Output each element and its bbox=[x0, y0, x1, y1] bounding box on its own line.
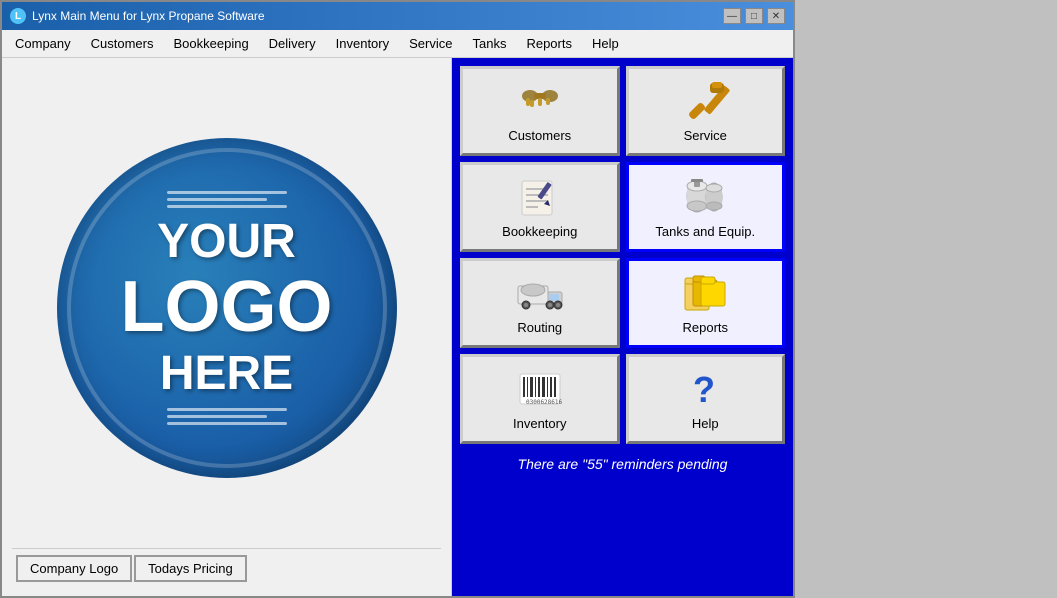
bottom-tabs: Company Logo Todays Pricing bbox=[12, 548, 441, 586]
reminder-text: There are "55" reminders pending bbox=[460, 448, 785, 480]
logo-area: YOUR LOGO HERE bbox=[12, 68, 441, 548]
reports-label: Reports bbox=[682, 320, 728, 335]
routing-icon bbox=[514, 272, 566, 314]
tanks-icon bbox=[679, 176, 731, 218]
button-routing[interactable]: Routing bbox=[460, 258, 620, 348]
button-bookkeeping[interactable]: Bookkeeping bbox=[460, 162, 620, 252]
customers-label: Customers bbox=[508, 128, 571, 143]
left-panel: YOUR LOGO HERE Company Logo Todays Prici… bbox=[2, 58, 452, 596]
window-controls: — □ ✕ bbox=[723, 8, 785, 24]
menu-item-company[interactable]: Company bbox=[6, 32, 80, 55]
button-help[interactable]: ? Help bbox=[626, 354, 786, 444]
logo-inner-ring bbox=[67, 148, 387, 468]
service-icon bbox=[679, 80, 731, 122]
button-grid: Customers bbox=[460, 66, 785, 444]
customers-icon bbox=[514, 80, 566, 122]
svg-text:0300628616: 0300628616 bbox=[526, 399, 563, 406]
menu-item-help[interactable]: Help bbox=[583, 32, 628, 55]
window-title: Lynx Main Menu for Lynx Propane Software bbox=[32, 9, 265, 23]
inventory-icon: 0300628616 bbox=[514, 368, 566, 410]
button-reports[interactable]: Reports bbox=[626, 258, 786, 348]
button-tanks[interactable]: Tanks and Equip. bbox=[626, 162, 786, 252]
app-icon: L bbox=[10, 8, 26, 24]
logo-circle: YOUR LOGO HERE bbox=[57, 138, 397, 478]
bookkeeping-label: Bookkeeping bbox=[502, 224, 577, 239]
maximize-button[interactable]: □ bbox=[745, 8, 763, 24]
main-content: YOUR LOGO HERE Company Logo Todays Prici… bbox=[2, 58, 793, 596]
button-inventory[interactable]: 0300628616 Inventory bbox=[460, 354, 620, 444]
help-icon: ? bbox=[679, 368, 731, 410]
menu-item-reports[interactable]: Reports bbox=[517, 32, 581, 55]
tab-todays-pricing[interactable]: Todays Pricing bbox=[134, 555, 247, 582]
tab-company-logo[interactable]: Company Logo bbox=[16, 555, 132, 582]
tanks-label: Tanks and Equip. bbox=[655, 224, 755, 239]
menu-item-delivery[interactable]: Delivery bbox=[260, 32, 325, 55]
button-service[interactable]: Service bbox=[626, 66, 786, 156]
help-label: Help bbox=[692, 416, 719, 431]
menu-item-service[interactable]: Service bbox=[400, 32, 461, 55]
title-bar: L Lynx Main Menu for Lynx Propane Softwa… bbox=[2, 2, 793, 30]
menu-item-tanks[interactable]: Tanks bbox=[463, 32, 515, 55]
close-button[interactable]: ✕ bbox=[767, 8, 785, 24]
service-label: Service bbox=[684, 128, 727, 143]
reports-icon bbox=[679, 272, 731, 314]
menu-item-bookkeeping[interactable]: Bookkeeping bbox=[165, 32, 258, 55]
menu-item-inventory[interactable]: Inventory bbox=[327, 32, 398, 55]
menu-bar: Company Customers Bookkeeping Delivery I… bbox=[2, 30, 793, 58]
routing-label: Routing bbox=[517, 320, 562, 335]
minimize-button[interactable]: — bbox=[723, 8, 741, 24]
menu-item-customers[interactable]: Customers bbox=[82, 32, 163, 55]
inventory-label: Inventory bbox=[513, 416, 566, 431]
right-panel: Customers bbox=[452, 58, 793, 596]
bookkeeping-icon bbox=[514, 176, 566, 218]
main-window: L Lynx Main Menu for Lynx Propane Softwa… bbox=[0, 0, 795, 598]
svg-text:?: ? bbox=[693, 369, 715, 410]
button-customers[interactable]: Customers bbox=[460, 66, 620, 156]
